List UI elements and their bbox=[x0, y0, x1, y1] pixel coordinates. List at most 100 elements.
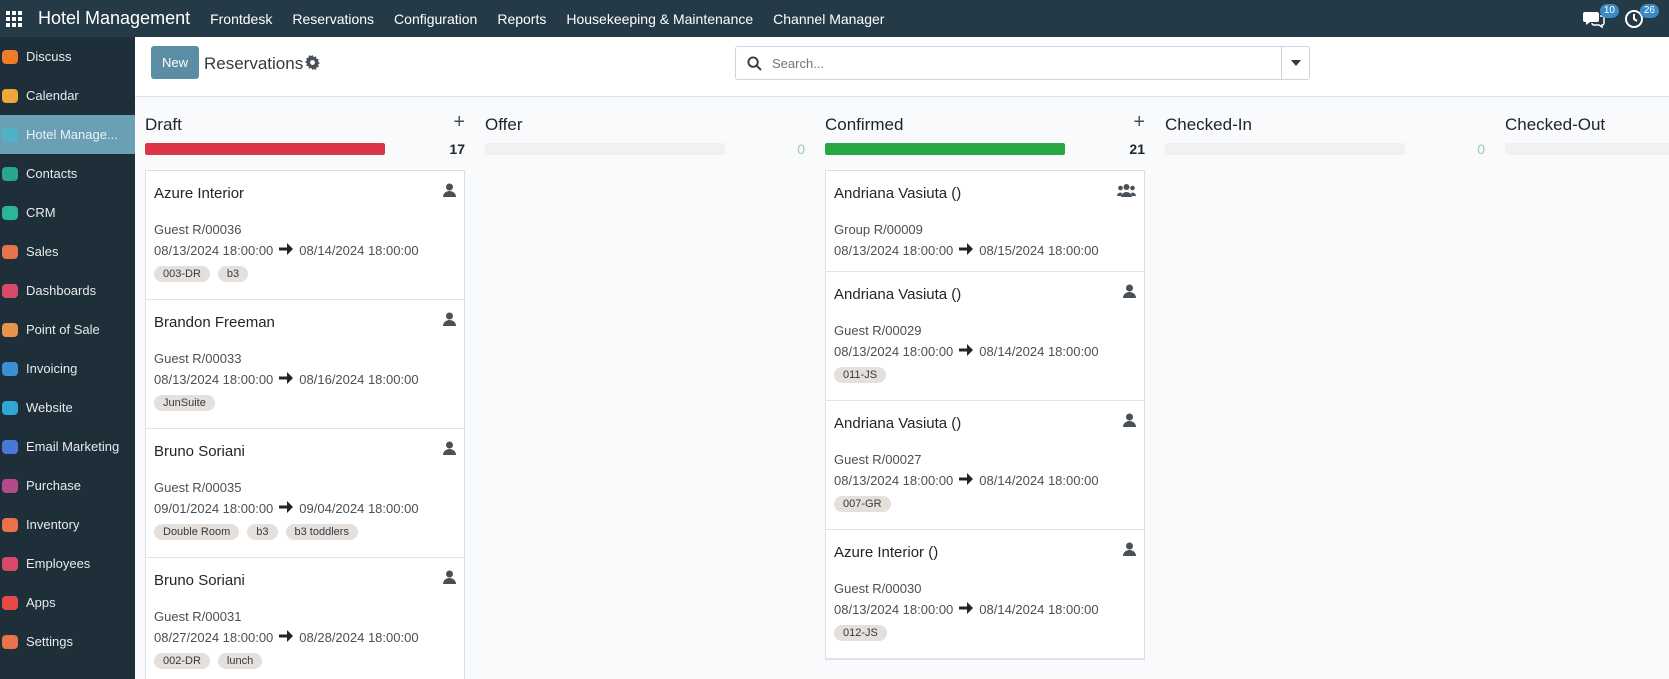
kanban-column-checked-in: Checked-In 0 bbox=[1165, 97, 1485, 157]
menu-channel-manager[interactable]: Channel Manager bbox=[773, 11, 884, 27]
menu-reports[interactable]: Reports bbox=[497, 11, 546, 27]
sidebar-item-hotel[interactable]: Hotel Manage... bbox=[0, 115, 135, 154]
sidebar-item-crm[interactable]: CRM bbox=[0, 193, 135, 232]
reservation-card[interactable]: Azure Interior () Guest R/00030 08/13/2024… bbox=[826, 530, 1144, 659]
card-dates: 09/01/2024 18:00:00 09/04/2024 18:00:00 bbox=[154, 501, 456, 516]
column-progress-bar[interactable] bbox=[1505, 143, 1669, 155]
reservation-card[interactable]: Bruno Soriani Guest R/00035 09/01/2024 18:… bbox=[146, 429, 464, 558]
card-dates: 08/13/2024 18:00:00 08/16/2024 18:00:00 bbox=[154, 372, 456, 387]
card-guest-name: Andriana Vasiuta () bbox=[834, 415, 962, 432]
column-progress-bar[interactable] bbox=[145, 143, 385, 155]
reservation-card[interactable]: Bruno Soriani Guest R/00031 08/27/2024 18:… bbox=[146, 558, 464, 679]
gear-icon[interactable] bbox=[305, 55, 320, 70]
card-tags: 003-DR b3 bbox=[154, 266, 456, 282]
reservation-card[interactable]: Andriana Vasiuta () Guest R/00029 08/13/20… bbox=[826, 272, 1144, 401]
sidebar-item-inventory[interactable]: Inventory bbox=[0, 505, 135, 544]
add-record-icon[interactable]: + bbox=[1133, 111, 1145, 134]
card-reference: Guest R/00027 bbox=[834, 452, 922, 467]
sidebar-item-sales[interactable]: Sales bbox=[0, 232, 135, 271]
column-header: Checked-Out bbox=[1505, 97, 1669, 157]
reservation-card[interactable]: Brandon Freeman Guest R/00033 08/13/2024 1… bbox=[146, 300, 464, 429]
menu-configuration[interactable]: Configuration bbox=[394, 11, 477, 27]
sidebar-item-dashboards[interactable]: Dashboards bbox=[0, 271, 135, 310]
person-icon bbox=[1123, 284, 1136, 303]
group-icon bbox=[1117, 183, 1136, 202]
top-menu: Frontdesk Reservations Configuration Rep… bbox=[210, 11, 884, 27]
card-tags: JunSuite bbox=[154, 395, 456, 411]
card-tags: 012-JS bbox=[834, 625, 1136, 641]
menu-frontdesk[interactable]: Frontdesk bbox=[210, 11, 272, 27]
sidebar-item-contacts[interactable]: Contacts bbox=[0, 154, 135, 193]
sidebar-item-invoicing[interactable]: Invoicing bbox=[0, 349, 135, 388]
sidebar-item-apps[interactable]: Apps bbox=[0, 583, 135, 622]
checkout-date: 08/14/2024 18:00:00 bbox=[979, 473, 1099, 488]
column-title[interactable]: Offer bbox=[485, 115, 522, 135]
sidebar-item-website[interactable]: Website bbox=[0, 388, 135, 427]
settings-icon bbox=[0, 632, 20, 652]
checkout-date: 08/15/2024 18:00:00 bbox=[979, 243, 1099, 258]
card-reference: Guest R/00029 bbox=[834, 323, 922, 338]
card-reference: Guest R/00036 bbox=[154, 222, 242, 237]
column-title[interactable]: Draft bbox=[145, 115, 182, 135]
card-dates: 08/27/2024 18:00:00 08/28/2024 18:00:00 bbox=[154, 630, 456, 645]
arrow-right-icon bbox=[959, 344, 974, 359]
person-icon bbox=[443, 312, 456, 331]
sidebar-item-calendar[interactable]: Calendar bbox=[0, 76, 135, 115]
apps-menu-icon[interactable] bbox=[6, 10, 22, 27]
messages-button[interactable]: 10 bbox=[1581, 3, 1619, 32]
app-brand[interactable]: Hotel Management bbox=[38, 8, 190, 29]
reservation-card[interactable]: Andriana Vasiuta () Group R/00009 08/13/20… bbox=[826, 171, 1144, 272]
pos-icon bbox=[0, 320, 20, 340]
card-reference: Guest R/00035 bbox=[154, 480, 242, 495]
search-options-toggle[interactable] bbox=[1281, 47, 1309, 79]
column-title[interactable]: Checked-In bbox=[1165, 115, 1252, 135]
sidebar-item-email-marketing[interactable]: Email Marketing bbox=[0, 427, 135, 466]
menu-housekeeping[interactable]: Housekeeping & Maintenance bbox=[566, 11, 753, 27]
column-progress-bar[interactable] bbox=[485, 143, 725, 155]
kanban-column-confirmed: Confirmed +21 Andriana Vasiuta () Group R/0… bbox=[825, 97, 1145, 660]
card-reference: Guest R/00031 bbox=[154, 609, 242, 624]
crm-icon bbox=[0, 203, 20, 223]
kanban-column-checked-out: Checked-Out bbox=[1505, 97, 1669, 157]
sidebar-item-label: Email Marketing bbox=[26, 439, 120, 454]
tag-badge: 007-GR bbox=[834, 496, 891, 512]
inventory-icon bbox=[0, 515, 20, 535]
tag-badge: b3 toddlers bbox=[285, 524, 358, 540]
card-tags: 007-GR bbox=[834, 496, 1136, 512]
sidebar-item-label: Sales bbox=[26, 244, 59, 259]
checkin-date: 08/27/2024 18:00:00 bbox=[154, 630, 274, 645]
checkin-date: 08/13/2024 18:00:00 bbox=[154, 372, 274, 387]
column-progress-fill bbox=[145, 143, 385, 155]
card-dates: 08/13/2024 18:00:00 08/14/2024 18:00:00 bbox=[834, 344, 1136, 359]
column-header: Confirmed +21 bbox=[825, 97, 1145, 157]
activities-button[interactable]: 26 bbox=[1621, 3, 1659, 32]
sidebar-item-pos[interactable]: Point of Sale bbox=[0, 310, 135, 349]
tag-badge: b3 bbox=[247, 524, 278, 540]
column-title[interactable]: Confirmed bbox=[825, 115, 903, 135]
search-icon bbox=[736, 55, 772, 71]
card-guest-name: Bruno Soriani bbox=[154, 572, 245, 589]
search-input[interactable] bbox=[772, 55, 1281, 71]
reservation-card[interactable]: Azure Interior Guest R/00036 08/13/2024 18… bbox=[146, 171, 464, 300]
person-icon bbox=[443, 570, 456, 589]
arrow-right-icon bbox=[959, 602, 974, 617]
arrow-right-icon bbox=[959, 243, 974, 258]
column-progress-bar[interactable] bbox=[825, 143, 1065, 155]
column-count: 0 bbox=[1477, 141, 1485, 157]
checkout-date: 08/16/2024 18:00:00 bbox=[299, 372, 419, 387]
add-record-icon[interactable]: + bbox=[453, 111, 465, 134]
sidebar-item-settings[interactable]: Settings bbox=[0, 622, 135, 661]
sidebar-item-discuss[interactable]: Discuss bbox=[0, 37, 135, 76]
sidebar-item-employees[interactable]: Employees bbox=[0, 544, 135, 583]
new-button[interactable]: New bbox=[151, 46, 200, 79]
card-guest-name: Brandon Freeman bbox=[154, 314, 275, 331]
column-progress-bar[interactable] bbox=[1165, 143, 1405, 155]
dashboards-icon bbox=[0, 281, 20, 301]
sidebar-item-purchase[interactable]: Purchase bbox=[0, 466, 135, 505]
column-count: 0 bbox=[797, 141, 805, 157]
reservation-card[interactable]: Andriana Vasiuta () Guest R/00027 08/13/20… bbox=[826, 401, 1144, 530]
column-count: 17 bbox=[449, 141, 465, 157]
sidebar-item-label: Purchase bbox=[26, 478, 81, 493]
column-title[interactable]: Checked-Out bbox=[1505, 115, 1605, 135]
menu-reservations[interactable]: Reservations bbox=[292, 11, 374, 27]
